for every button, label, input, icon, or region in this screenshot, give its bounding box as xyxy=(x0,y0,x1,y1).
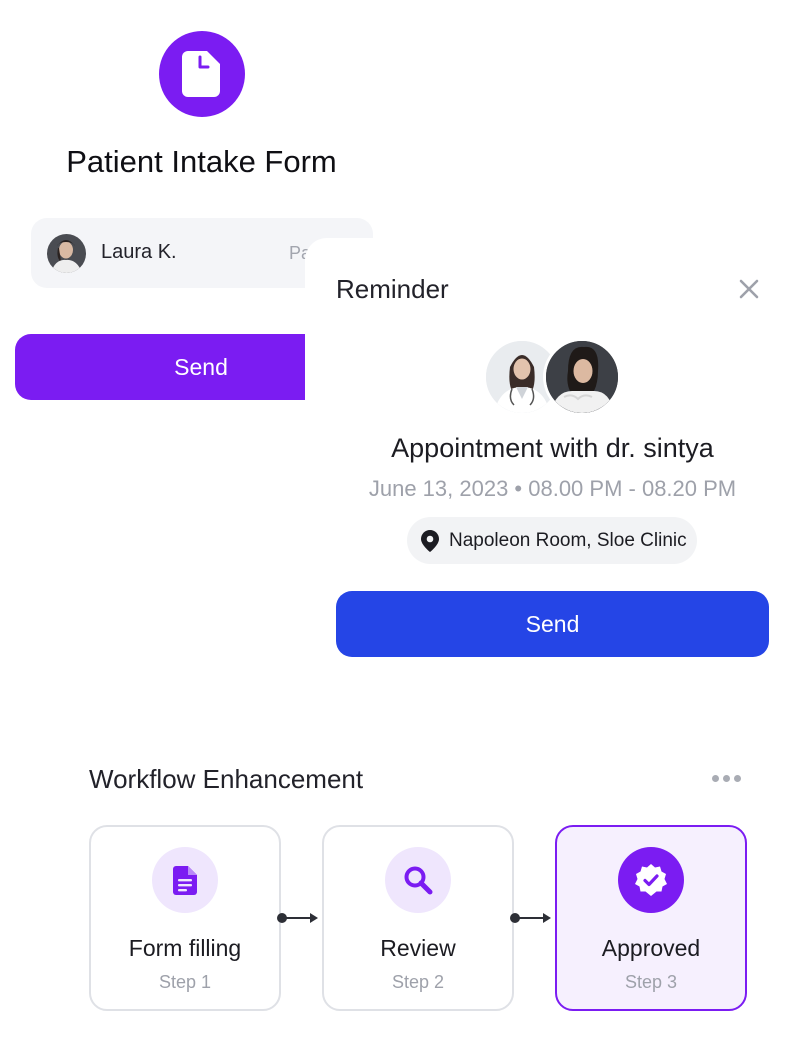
location-pin-icon xyxy=(421,529,439,552)
close-icon[interactable] xyxy=(736,276,762,302)
step-label: Approved xyxy=(601,935,701,961)
intake-form-title: Patient Intake Form xyxy=(66,144,337,179)
more-options-icon[interactable] xyxy=(712,775,741,782)
document-icon xyxy=(152,847,218,913)
appointment-title: Appointment with dr. sintya xyxy=(391,433,714,463)
document-icon xyxy=(159,31,245,117)
step-number: Step 2 xyxy=(391,972,445,992)
arrow-connector-icon xyxy=(277,913,318,923)
search-icon xyxy=(385,847,451,913)
location-label: Napoleon Room, Sloe Clinic xyxy=(449,529,687,551)
step-review[interactable]: Review Step 2 xyxy=(322,825,514,1011)
verified-badge-icon xyxy=(618,847,684,913)
step-label: Form filling xyxy=(128,935,242,961)
step-form-filling[interactable]: Form filling Step 1 xyxy=(89,825,281,1011)
step-number: Step 3 xyxy=(624,972,678,992)
location-chip: Napoleon Room, Sloe Clinic xyxy=(407,517,697,564)
patient-avatar xyxy=(47,234,86,273)
patient-name: Laura K. xyxy=(101,241,177,263)
reminder-send-button[interactable]: Send xyxy=(336,591,769,657)
reminder-card: Reminder Appointment with dr. sintya Jun… xyxy=(305,238,800,678)
step-label: Review xyxy=(380,935,456,961)
patient-avatar-large xyxy=(543,338,621,416)
arrow-connector-icon xyxy=(510,913,551,923)
reminder-title: Reminder xyxy=(336,274,449,304)
step-number: Step 1 xyxy=(158,972,212,992)
appointment-time: June 13, 2023 • 08.00 PM - 08.20 PM xyxy=(368,476,737,501)
step-approved[interactable]: Approved Step 3 xyxy=(555,825,747,1011)
workflow-title: Workflow Enhancement xyxy=(89,764,364,794)
